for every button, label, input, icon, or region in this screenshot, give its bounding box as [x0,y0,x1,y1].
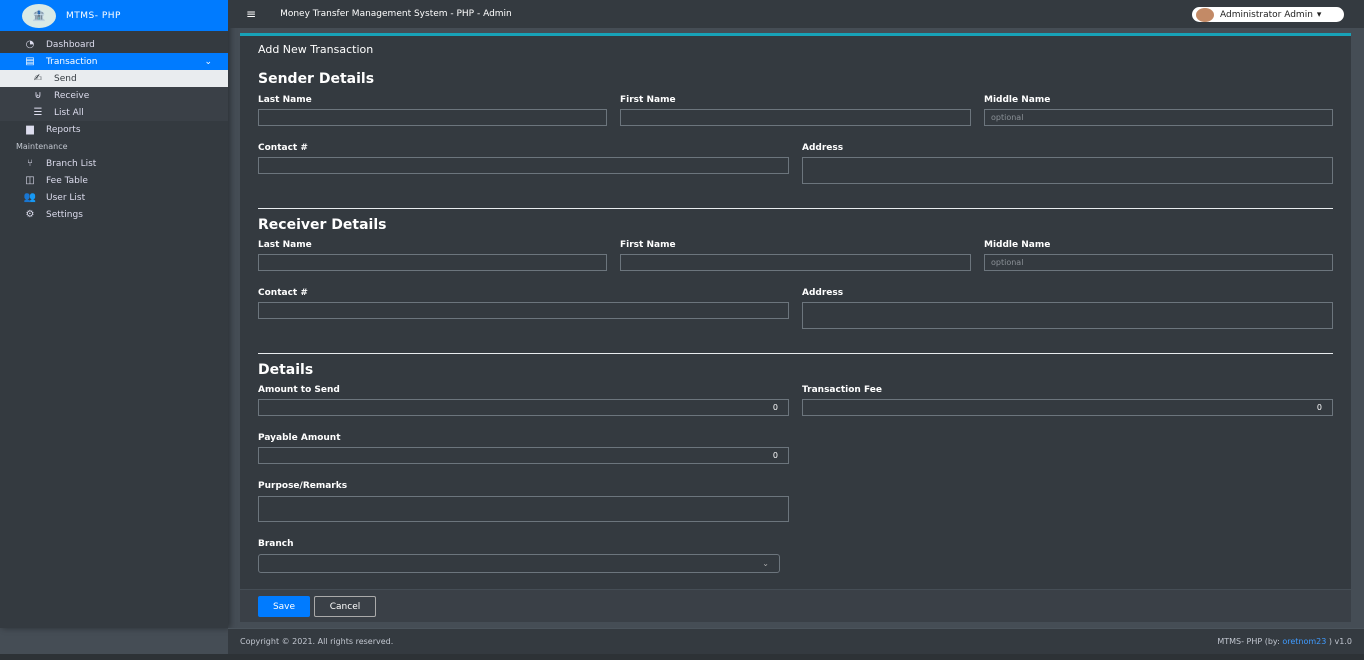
hamburger-icon[interactable]: ≡ [246,7,256,21]
sidebar-item-reports[interactable]: ▆ Reports [0,121,228,138]
copyright-text: Copyright © 2021. All rights reserved. [240,637,394,646]
sidebar-item-label: Send [54,73,77,84]
sender-first-name-input[interactable] [620,109,971,126]
sender-last-name-input[interactable] [258,109,607,126]
transaction-form-card: Add New Transaction Sender Details Last … [240,33,1351,622]
sender-middle-name-label: Middle Name [984,95,1051,105]
sidebar-item-settings[interactable]: ⚙ Settings [0,206,228,223]
dashboard-icon: ◔ [25,39,35,50]
sender-address-label: Address [802,143,844,153]
payable-label: Payable Amount [258,433,341,443]
receiver-middle-name-label: Middle Name [984,240,1051,250]
receiver-last-name-input[interactable] [258,254,607,271]
table-icon: ▤ [25,56,35,67]
sender-contact-input[interactable] [258,157,789,174]
version-text: MTMS- PHP (by: oretnom23 ) v1.0 [1217,637,1352,646]
receiver-contact-input[interactable] [258,302,789,319]
sidebar-item-dashboard[interactable]: ◔ Dashboard [0,36,228,53]
sidebar-item-label: Fee Table [46,175,88,186]
sender-last-name-label: Last Name [258,95,312,105]
sidebar-item-fee-table[interactable]: ◫ Fee Table [0,172,228,189]
sidebar-item-list-all[interactable]: ☰ List All [0,104,228,121]
sender-contact-label: Contact # [258,143,308,153]
chevron-down-icon: ⌄ [762,559,769,568]
version-prefix: MTMS- PHP (by: [1217,637,1283,646]
brand[interactable]: 🏦 MTMS- PHP [0,0,228,31]
sidebar-item-label: List All [54,107,84,118]
branch-label: Branch [258,539,294,549]
app-title: Money Transfer Management System - PHP -… [280,9,512,19]
sidebar-item-transaction[interactable]: ▤ Transaction ⌄ [0,53,228,70]
cogs-icon: ⚙ [25,209,35,220]
amount-label: Amount to Send [258,385,340,395]
file-icon: ▆ [26,124,34,135]
receiver-address-input[interactable] [802,302,1333,329]
fee-label: Transaction Fee [802,385,882,395]
sidebar-item-branch-list[interactable]: ⑂ Branch List [0,155,228,172]
send-hand-icon: ✍ [33,73,43,84]
receiver-section-title: Receiver Details [258,217,387,233]
purpose-textarea[interactable] [258,496,789,522]
card-footer: Save Cancel [240,589,1351,622]
sender-section-title: Sender Details [258,71,375,87]
columns-icon: ◫ [25,175,35,186]
receiver-contact-label: Contact # [258,288,308,298]
receive-hands-icon: ⊌ [34,90,42,101]
sidebar-item-user-list[interactable]: 👥 User List [0,189,228,206]
section-divider [258,353,1333,354]
branch-icon: ⑂ [27,158,33,169]
payable-input[interactable]: 0 [258,447,789,464]
save-button[interactable]: Save [258,596,310,617]
sidebar-item-send[interactable]: ✍ Send [0,70,228,87]
caret-down-icon: ▾ [1316,9,1322,20]
user-name: Administrator Admin [1220,9,1313,20]
sidebar-header-maintenance: Maintenance [16,142,68,151]
receiver-last-name-label: Last Name [258,240,312,250]
avatar [1196,7,1214,22]
author-link[interactable]: oretnom23 [1282,637,1326,646]
receiver-first-name-input[interactable] [620,254,971,271]
sidebar-item-label: Transaction [46,56,98,67]
sender-address-input[interactable] [802,157,1333,184]
receiver-address-label: Address [802,288,844,298]
cancel-button[interactable]: Cancel [314,596,376,617]
topbar: ≡ Money Transfer Management System - PHP… [228,0,1364,28]
receiver-middle-name-input[interactable]: optional [984,254,1333,271]
sidebar-item-label: Branch List [46,158,97,169]
fee-input[interactable]: 0 [802,399,1333,416]
purpose-label: Purpose/Remarks [258,481,348,491]
details-section-title: Details [258,362,314,378]
users-icon: 👥 [23,192,37,203]
branch-select[interactable]: ⌄ [258,554,780,573]
amount-input[interactable]: 0 [258,399,789,416]
version-suffix: ) v1.0 [1326,637,1352,646]
section-divider [258,208,1333,209]
sidebar-item-label: User List [46,192,86,203]
sidebar-item-label: Settings [46,209,83,220]
sidebar-item-label: Receive [54,90,90,101]
bottom-strip [0,654,1364,660]
sidebar: 🏦 MTMS- PHP ◔ Dashboard ▤ Transaction ⌄ … [0,0,228,628]
receiver-first-name-label: First Name [620,240,676,250]
card-title: Add New Transaction [258,43,374,56]
sender-first-name-label: First Name [620,95,676,105]
bank-logo-icon: 🏦 [22,3,56,28]
user-menu-button[interactable]: Administrator Admin ▾ [1192,7,1344,22]
sender-middle-name-input[interactable]: optional [984,109,1333,126]
chevron-down-icon: ⌄ [204,56,212,67]
sidebar-item-label: Dashboard [46,39,95,50]
page-footer: Copyright © 2021. All rights reserved. M… [228,628,1364,654]
list-icon: ☰ [33,107,43,118]
sidebar-item-label: Reports [46,124,81,135]
sidebar-item-receive[interactable]: ⊌ Receive [0,87,228,104]
sidebar-nav: ◔ Dashboard ▤ Transaction ⌄ ✍ Send ⊌ Rec… [0,36,228,223]
brand-name: MTMS- PHP [66,10,121,21]
